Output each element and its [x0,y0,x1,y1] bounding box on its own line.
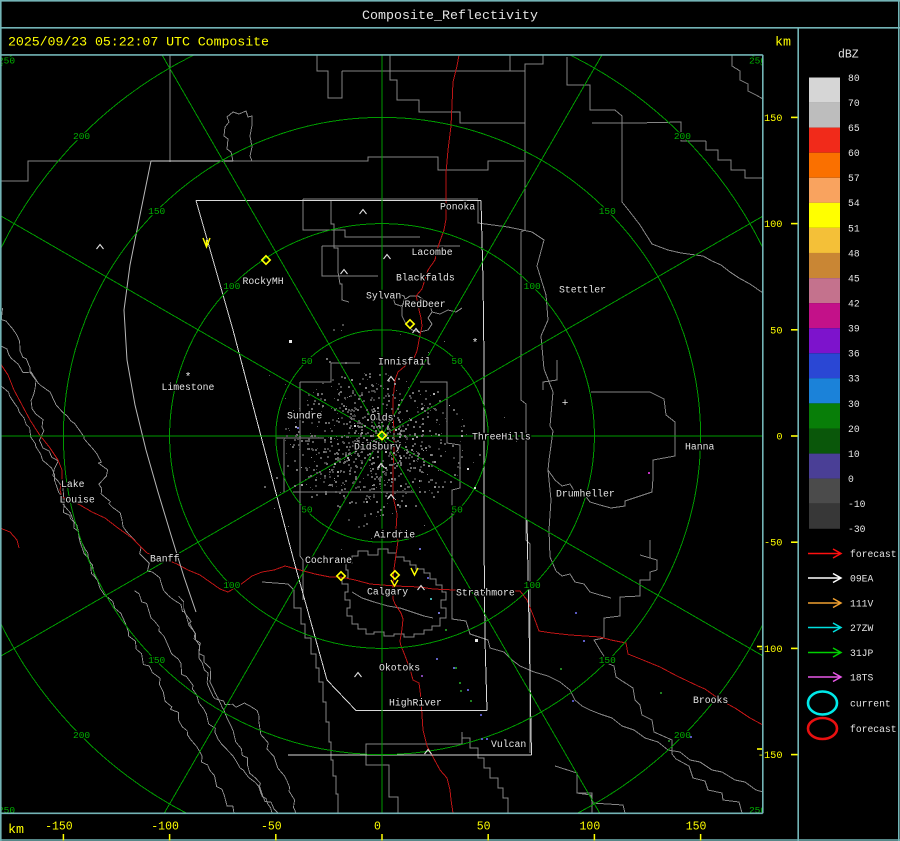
svg-text:111V: 111V [850,598,873,609]
svg-text:150: 150 [599,206,616,217]
svg-text:*: * [472,338,479,350]
svg-text:10: 10 [848,449,860,460]
svg-text:HighRiver: HighRiver [389,697,442,708]
svg-text:100: 100 [223,281,240,292]
svg-text:30: 30 [848,399,860,410]
svg-text:Cochrane: Cochrane [305,555,352,566]
svg-text:31JP: 31JP [850,648,873,659]
svg-text:+: + [562,398,569,410]
svg-text:42: 42 [848,299,860,310]
svg-text:Innisfail: Innisfail [378,356,431,367]
svg-text:18TS: 18TS [850,672,873,683]
svg-text:Ponoka: Ponoka [440,201,475,212]
svg-text:Blackfalds: Blackfalds [396,272,455,283]
svg-text:RockyMH: RockyMH [243,276,284,287]
svg-text:Okotoks: Okotoks [379,662,420,673]
svg-text:100: 100 [764,219,783,231]
svg-text:Drumheller: Drumheller [556,488,615,499]
svg-text:80: 80 [848,73,860,84]
svg-text:Olds: Olds [370,412,394,423]
svg-text:ThreeHills: ThreeHills [472,431,531,442]
svg-text:45: 45 [848,274,860,285]
svg-text:Vulcan: Vulcan [491,739,526,750]
svg-text:RedDeer: RedDeer [405,299,446,310]
svg-text:Airdrie: Airdrie [374,529,415,540]
svg-text:Composite_Reflectivity: Composite_Reflectivity [362,8,538,23]
svg-text:48: 48 [848,248,860,259]
svg-text:50: 50 [770,325,782,337]
svg-text:60: 60 [848,148,860,159]
svg-text:current: current [850,698,891,709]
svg-text:27ZW: 27ZW [850,623,873,634]
svg-text:forecast: forecast [850,724,897,735]
svg-text:100: 100 [223,580,240,591]
svg-text:200: 200 [73,730,90,741]
svg-text:65: 65 [848,123,860,134]
svg-text:2025/09/23 05:22:07 UTC Compos: 2025/09/23 05:22:07 UTC Composite [8,35,269,50]
svg-text:Louise: Louise [60,494,95,505]
svg-text:-100: -100 [151,821,179,834]
svg-text:100: 100 [524,281,541,292]
svg-text:Limestone: Limestone [162,382,215,393]
svg-text:Lacombe: Lacombe [412,247,453,258]
svg-text:km: km [775,35,791,50]
svg-text:57: 57 [848,173,860,184]
svg-text:51: 51 [848,223,860,234]
svg-text:150: 150 [686,821,707,834]
svg-text:-30: -30 [848,524,866,535]
svg-text:20: 20 [848,424,860,435]
svg-text:09EA: 09EA [850,573,873,584]
svg-text:39: 39 [848,324,860,335]
svg-text:0: 0 [374,821,381,834]
svg-text:50: 50 [451,505,463,516]
svg-text:70: 70 [848,98,860,109]
svg-text:Sundre: Sundre [287,410,322,421]
svg-text:Hanna: Hanna [685,441,715,452]
svg-text:150: 150 [148,655,165,666]
svg-text:54: 54 [848,198,860,209]
svg-text:Didsbury: Didsbury [354,441,401,452]
svg-text:100: 100 [524,580,541,591]
svg-text:36: 36 [848,349,860,360]
svg-text:Banff: Banff [150,553,180,564]
svg-text:50: 50 [477,821,491,834]
svg-text:km: km [8,822,24,837]
svg-text:forecast: forecast [850,549,897,560]
svg-text:200: 200 [73,131,90,142]
svg-text:-150: -150 [758,750,783,762]
svg-text:Calgary: Calgary [367,586,408,597]
svg-text:Lake: Lake [61,479,85,490]
svg-text:0: 0 [848,474,854,485]
svg-text:50: 50 [301,356,313,367]
svg-text:100: 100 [580,821,601,834]
svg-text:Sylvan: Sylvan [366,290,401,301]
svg-text:150: 150 [599,655,616,666]
svg-text:-50: -50 [261,821,282,834]
svg-text:-150: -150 [45,821,73,834]
svg-text:Stettler: Stettler [559,284,606,295]
svg-text:33: 33 [848,374,860,385]
svg-text:50: 50 [451,356,463,367]
svg-text:200: 200 [674,131,691,142]
svg-text:250: 250 [0,56,15,67]
svg-text:dBZ: dBZ [838,49,859,62]
svg-text:Brooks: Brooks [693,695,728,706]
svg-text:-50: -50 [764,538,783,550]
svg-text:-10: -10 [848,499,866,510]
svg-text:150: 150 [148,206,165,217]
svg-text:Strathmore: Strathmore [456,587,515,598]
svg-text:0: 0 [776,432,782,444]
svg-text:-100: -100 [758,644,783,656]
svg-text:50: 50 [301,505,313,516]
svg-text:200: 200 [674,730,691,741]
svg-text:150: 150 [764,113,783,125]
